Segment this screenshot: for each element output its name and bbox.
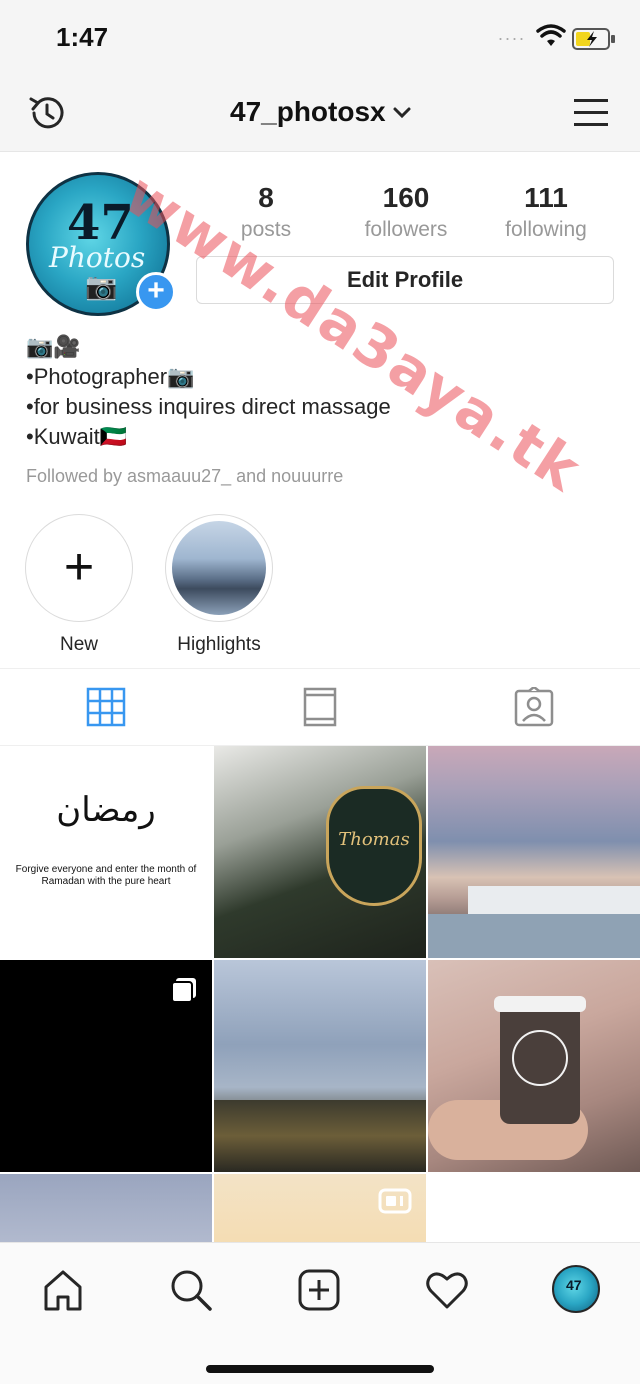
stat-label: posts [240, 218, 292, 241]
shop-sign: Thomas [326, 786, 422, 906]
cup-lid [494, 996, 586, 1012]
post-arabic-text: رمضان [56, 790, 156, 830]
highlight-label: Highlights [177, 634, 261, 655]
avatar-text: 47 [566, 1277, 582, 1293]
post-thumbnail[interactable]: رمضان Forgive everyone and enter the mon… [0, 746, 212, 958]
stat-label: followers [364, 218, 448, 241]
stat-following[interactable]: 111 following [476, 182, 616, 242]
highlight-highlights[interactable]: Highlights [164, 514, 274, 656]
chevron-down-icon[interactable] [392, 106, 412, 120]
post-grid: رمضان Forgive everyone and enter the mon… [0, 746, 640, 1242]
multiple-posts-icon [171, 978, 196, 1003]
bottom-nav: 47 [0, 1242, 640, 1384]
profile-section: 47 Photos 📷 + 8 posts 160 followers 111 … [0, 152, 640, 668]
stat-label: following [505, 218, 587, 241]
status-time: 1:47 [56, 22, 109, 52]
home-icon[interactable] [40, 1267, 86, 1313]
post-caption: Forgive everyone and enter the month of … [15, 864, 197, 887]
highlight-label: New [59, 634, 98, 655]
post-thumbnail[interactable] [428, 960, 640, 1172]
menu-icon[interactable] [572, 96, 610, 130]
edit-profile-button[interactable]: Edit Profile [196, 256, 614, 304]
shop-sign-text: Thomas [338, 829, 410, 850]
bio: 📷🎥 •Photographer📷 •for business inquires… [26, 332, 391, 452]
signal-indicator: .... [498, 24, 527, 44]
history-icon[interactable] [26, 92, 68, 134]
home-indicator [206, 1365, 434, 1373]
activity-heart-icon[interactable] [424, 1267, 470, 1313]
add-story-button[interactable]: + [136, 272, 176, 312]
igtv-icon [378, 1188, 412, 1214]
post-thumbnail[interactable] [0, 960, 212, 1172]
highlight-cover [172, 521, 266, 615]
followed-by-text[interactable]: Followed by asmaauu27_ and nouuurre [26, 466, 343, 487]
post-thumbnail[interactable] [0, 1174, 212, 1242]
post-thumbnail[interactable] [214, 1174, 426, 1242]
camera-icon: 📷 [85, 271, 118, 301]
search-icon[interactable] [168, 1267, 214, 1313]
plus-icon: + [63, 538, 95, 596]
post-thumbnail[interactable]: Thomas [214, 746, 426, 958]
tagged-person-icon[interactable] [514, 687, 554, 727]
highlight-circle [165, 514, 273, 622]
city-skyline [214, 1100, 426, 1172]
stat-value: 111 [524, 182, 568, 213]
highlight-circle: + [25, 514, 133, 622]
status-bar: 1:47 .... [0, 0, 640, 76]
battery-charging-icon [572, 28, 615, 50]
stat-value: 160 [382, 182, 430, 213]
cup-logo [512, 1030, 568, 1086]
stat-followers[interactable]: 160 followers [336, 182, 476, 242]
profile-tabs [0, 668, 640, 746]
bio-line: •Kuwait🇰🇼 [26, 424, 128, 449]
feed-icon[interactable] [300, 687, 340, 727]
stat-posts[interactable]: 8 posts [196, 182, 336, 242]
bio-line: •for business inquires direct massage [26, 394, 391, 419]
water [428, 914, 640, 958]
profile-avatar-nav[interactable]: 47 [552, 1265, 600, 1313]
post-thumbnail[interactable] [428, 746, 640, 958]
avatar-subtext: Photos [49, 241, 146, 274]
bio-line: •Photographer📷 [26, 364, 195, 389]
grid-icon[interactable] [86, 687, 126, 727]
username-switcher[interactable]: 47_photosx [230, 96, 386, 128]
post-thumbnail[interactable] [214, 960, 426, 1172]
stat-value: 8 [258, 182, 274, 213]
profile-header: 47_photosx [0, 76, 640, 152]
wifi-icon [536, 24, 566, 46]
highlight-new[interactable]: + New [24, 514, 134, 656]
add-post-icon[interactable] [296, 1267, 342, 1313]
bio-line: 📷🎥 [26, 334, 81, 359]
